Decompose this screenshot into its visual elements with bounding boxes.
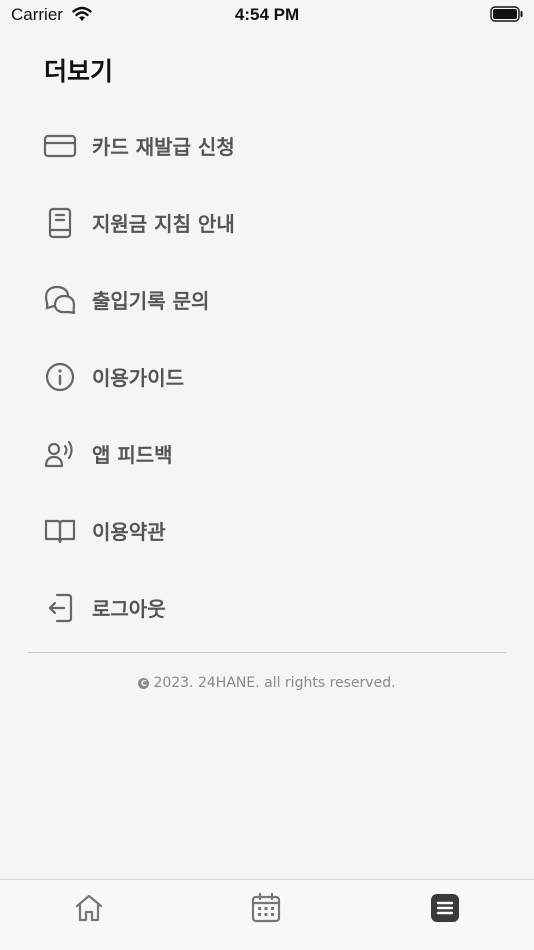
voice-feedback-icon: [42, 436, 78, 472]
calendar-icon: [250, 892, 282, 928]
tab-bar: [0, 879, 534, 950]
menu-item-label: 출입기록 문의: [92, 289, 210, 313]
menu-item-logout[interactable]: 로그아웃: [0, 569, 534, 646]
page-title: 더보기: [44, 57, 114, 86]
info-icon: [42, 359, 78, 395]
menu-item-app-feedback[interactable]: 앱 피드백: [0, 415, 534, 492]
status-time: 4:54 PM: [234, 5, 300, 24]
menu-item-label: 카드 재발급 신청: [92, 135, 235, 159]
menu-icon: [429, 892, 461, 928]
tab-calendar[interactable]: [246, 890, 286, 930]
divider: [28, 652, 506, 653]
credit-card-icon: [42, 128, 78, 164]
menu-item-usage-guide[interactable]: 이용가이드: [0, 338, 534, 415]
home-icon: [73, 892, 105, 928]
menu-item-terms-of-use[interactable]: 이용약관: [0, 492, 534, 569]
menu-item-label: 지원금 지침 안내: [92, 212, 235, 236]
open-book-icon: [42, 513, 78, 549]
menu-item-access-log-inquiry[interactable]: 출입기록 문의: [0, 261, 534, 338]
menu-item-label: 이용가이드: [92, 366, 184, 390]
menu-item-label: 앱 피드백: [92, 443, 173, 467]
menu-item-label: 이용약관: [92, 520, 166, 544]
copyright-notice: C 2023. 24HANE. all rights reserved.: [0, 675, 534, 691]
logout-icon: [42, 590, 78, 626]
book-icon: [42, 205, 78, 241]
menu-item-label: 로그아웃: [92, 597, 166, 621]
more-menu-list: 카드 재발급 신청 지원금 지침 안내 출입기록 문의 이용가이드 앱 피드백 …: [0, 107, 534, 646]
copyright-icon: C: [138, 678, 150, 689]
tab-home[interactable]: [69, 890, 109, 930]
battery-icon: [490, 6, 524, 26]
menu-item-subsidy-guide[interactable]: 지원금 지침 안내: [0, 184, 534, 261]
tab-more[interactable]: [425, 890, 465, 930]
copyright-text: 2023. 24HANE. all rights reserved.: [153, 675, 396, 691]
status-bar: Carrier 4:54 PM: [0, 0, 534, 32]
menu-item-card-reissue[interactable]: 카드 재발급 신청: [0, 107, 534, 184]
chat-bubbles-icon: [42, 282, 78, 318]
